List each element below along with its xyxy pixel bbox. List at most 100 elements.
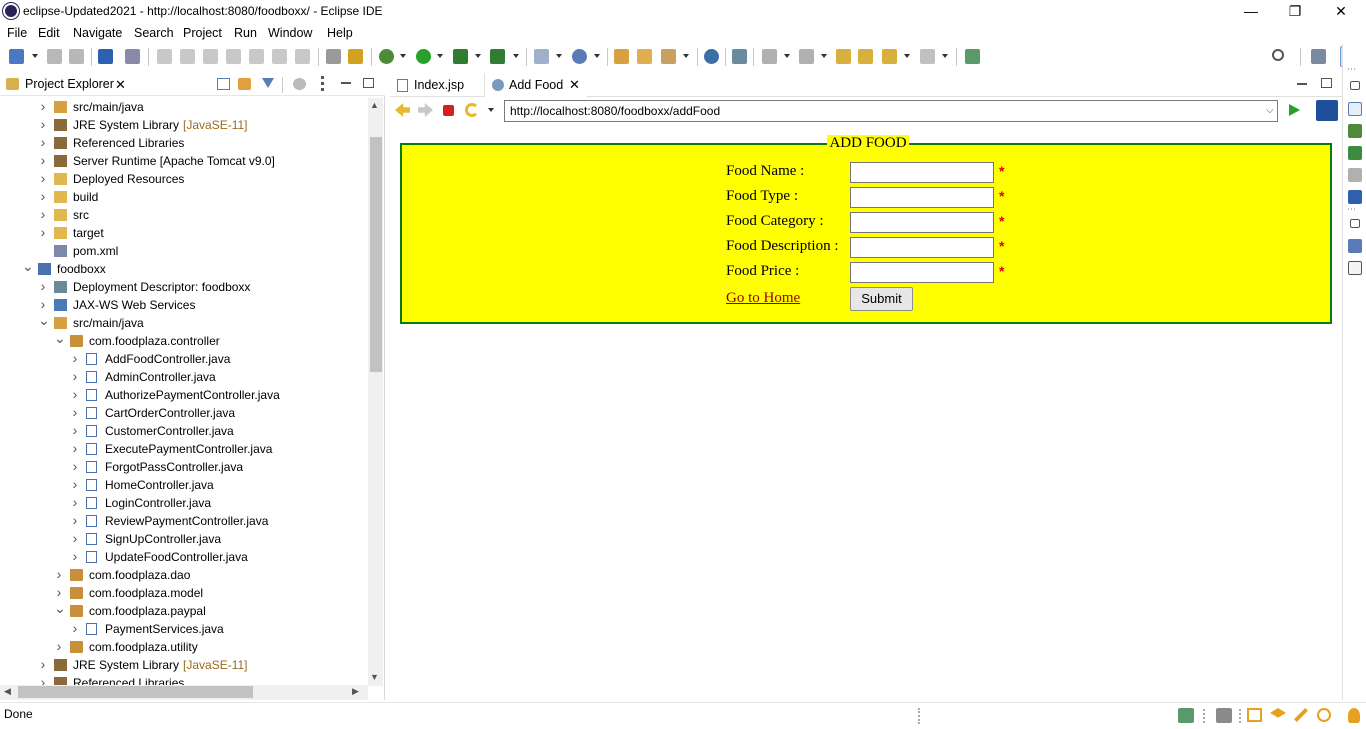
tree-item[interactable]: › CartOrderController.java [0,404,368,422]
chevron-right-icon[interactable]: › [38,224,48,241]
minimize-button[interactable]: — [1228,0,1274,23]
tree-item[interactable]: › Deployed Resources [0,170,368,188]
open-external-browser-icon[interactable] [1316,100,1338,121]
chevron-right-icon[interactable]: › [38,656,48,673]
food-name-input[interactable] [850,162,994,183]
tab-add-food[interactable]: Add Food ✕ [485,73,587,97]
chevron-right-icon[interactable]: › [38,188,48,205]
run-icon[interactable] [416,49,431,64]
link-with-editor-icon[interactable] [238,78,251,90]
tree-item[interactable]: › HomeController.java [0,476,368,494]
chevron-right-icon[interactable]: › [70,422,80,439]
chevron-right-icon[interactable]: › [54,584,64,601]
menu-project[interactable]: Project [183,26,222,40]
tree-item[interactable]: › SignUpController.java [0,530,368,548]
chevron-right-icon[interactable]: › [70,512,80,529]
new-server-dropdown-icon[interactable] [556,54,562,58]
new-class-dropdown-icon[interactable] [594,54,600,58]
tree-item[interactable]: › build [0,188,368,206]
menu-help[interactable]: Help [327,26,353,40]
chevron-right-icon[interactable]: › [38,278,48,295]
step-return-icon[interactable] [295,49,310,64]
open-perspective-icon[interactable] [1311,49,1326,64]
console-view-icon[interactable] [1348,190,1362,204]
chevron-right-icon[interactable]: › [70,620,80,637]
close-view-icon[interactable]: ✕ [115,77,126,93]
tree-item[interactable]: › JRE System Library [JavaSE-11] [0,656,368,674]
submit-button[interactable]: Submit [850,287,913,311]
markers-view-icon[interactable] [1348,146,1362,160]
chevron-down-icon[interactable]: ⌄ [38,313,50,327]
last-edit-icon[interactable] [836,49,851,64]
tree-item[interactable]: › Server Runtime [Apache Tomcat v9.0] [0,152,368,170]
tree-item[interactable]: › LoginController.java [0,494,368,512]
chevron-right-icon[interactable]: › [38,116,48,133]
tree-item[interactable]: › src/main/java [0,98,368,116]
view-menu-icon[interactable] [321,76,324,91]
notifications-icon[interactable] [1348,708,1360,723]
go-icon[interactable] [1289,104,1300,116]
food-type-input[interactable] [850,187,994,208]
tab-index-jsp[interactable]: Index.jsp [390,73,485,97]
tree-item[interactable]: › target [0,224,368,242]
chevron-right-icon[interactable]: › [70,530,80,547]
run-server-dropdown-icon[interactable] [475,54,481,58]
food-description-input[interactable] [850,237,994,258]
next-annotation-dropdown-icon[interactable] [784,54,790,58]
chevron-right-icon[interactable]: › [70,494,80,511]
browser-forward-icon[interactable] [418,103,433,117]
resume-icon[interactable] [157,49,172,64]
minimize-view-icon[interactable] [341,82,351,84]
tree-item[interactable]: › AdminController.java [0,368,368,386]
tips-icon[interactable] [1294,708,1308,722]
chevron-right-icon[interactable]: › [54,638,64,655]
terminate-icon[interactable] [203,49,218,64]
chevron-right-icon[interactable]: › [38,206,48,223]
url-input[interactable]: http://localhost:8080/foodboxx/addFood [504,100,1278,122]
menu-navigate[interactable]: Navigate [73,26,122,40]
new-server-icon[interactable] [534,49,549,64]
scroll-left-icon[interactable]: ◀ [4,686,11,697]
suspend-icon[interactable] [180,49,195,64]
scroll-right-icon[interactable]: ▶ [352,686,359,697]
tree-item[interactable]: › com.foodplaza.dao [0,566,368,584]
pin-editor-icon[interactable] [965,49,980,64]
progress-icon[interactable] [1216,708,1232,723]
food-category-input[interactable] [850,212,994,233]
trim-menu-icon[interactable]: ⋯ [1347,204,1356,215]
chevron-right-icon[interactable]: › [70,368,80,385]
maximize-view-icon[interactable] [363,78,374,88]
menu-run[interactable]: Run [234,26,257,40]
tree-item[interactable]: › src [0,206,368,224]
tree-item[interactable]: › CustomerController.java [0,422,368,440]
back-dropdown-icon[interactable] [904,54,910,58]
help-icon[interactable] [1317,708,1331,722]
save-all-icon[interactable] [69,49,84,64]
scroll-down-icon[interactable]: ▼ [370,672,379,682]
chevron-right-icon[interactable]: › [38,98,48,115]
tree-item[interactable]: › JRE System Library [JavaSE-11] [0,116,368,134]
properties-view-icon[interactable] [1348,168,1362,182]
tree-item[interactable]: › ExecutePaymentController.java [0,440,368,458]
menu-file[interactable]: File [7,26,27,40]
chevron-right-icon[interactable]: › [38,170,48,187]
tree-item[interactable]: › AddFoodController.java [0,350,368,368]
search-tools-dropdown-icon[interactable] [683,54,689,58]
filter-icon[interactable] [262,78,274,88]
disconnect-icon[interactable] [226,49,241,64]
coverage-icon[interactable] [326,49,341,64]
focus-icon[interactable] [293,78,306,90]
restore-button[interactable]: ❐ [1272,0,1318,23]
close-tab-icon[interactable]: ✕ [569,73,580,97]
outline-view-icon[interactable] [1348,102,1362,116]
external-tools-icon[interactable] [490,49,505,64]
go-to-home-link[interactable]: Go to Home [726,290,800,307]
step-into-icon[interactable] [249,49,264,64]
forward-dropdown-icon[interactable] [942,54,948,58]
step-over-icon[interactable] [272,49,287,64]
chevron-right-icon[interactable]: › [38,134,48,151]
annotation-icon[interactable] [732,49,747,64]
next-annotation-icon[interactable] [762,49,777,64]
chevron-right-icon[interactable]: › [70,350,80,367]
tree-item[interactable]: › ReviewPaymentController.java [0,512,368,530]
